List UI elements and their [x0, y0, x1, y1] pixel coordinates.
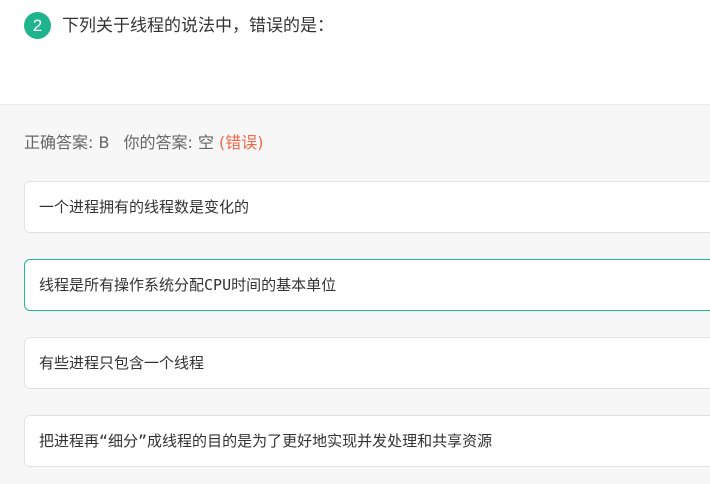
answer-area: 正确答案: B 你的答案: 空 (错误) 一个进程拥有的线程数是变化的 线程是所有… — [0, 104, 710, 484]
option-c[interactable]: 有些进程只包含一个线程 — [24, 337, 710, 389]
option-a-text: 一个进程拥有的线程数是变化的 — [39, 198, 250, 216]
answer-result-wrong: (错误) — [219, 133, 264, 152]
option-d[interactable]: 把进程再“细分”成线程的目的是为了更好地实现并发处理和共享资源 — [24, 415, 710, 467]
your-answer-label: 你的答案: 空 — [123, 133, 214, 152]
question-header: 2 下列关于线程的说法中，错误的是： — [0, 0, 710, 104]
question-number-badge: 2 — [24, 12, 51, 39]
correct-answer-label: 正确答案: B — [24, 133, 110, 152]
question-text: 下列关于线程的说法中，错误的是： — [62, 16, 334, 36]
option-a[interactable]: 一个进程拥有的线程数是变化的 — [24, 181, 710, 233]
option-b-correct[interactable]: 线程是所有操作系统分配CPU时间的基本单位 — [24, 259, 710, 311]
answer-summary: 正确答案: B 你的答案: 空 (错误) — [24, 132, 264, 154]
option-d-text: 把进程再“细分”成线程的目的是为了更好地实现并发处理和共享资源 — [39, 432, 493, 450]
option-b-text: 线程是所有操作系统分配CPU时间的基本单位 — [39, 276, 337, 294]
option-c-text: 有些进程只包含一个线程 — [39, 354, 205, 372]
